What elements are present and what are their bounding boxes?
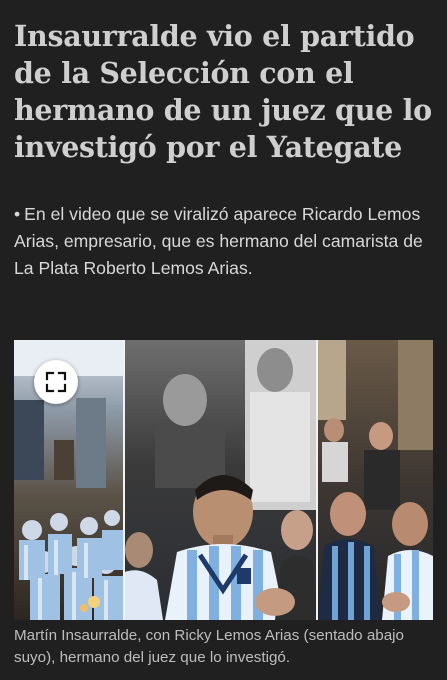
article-photo[interactable]: [14, 340, 433, 620]
headline: Insaurralde vio el partido de la Selecci…: [14, 19, 432, 164]
summary-bullet: •: [14, 204, 21, 224]
article-summary: • En el video que se viralizó aparece Ric…: [14, 201, 434, 282]
photo-caption: Martín Insaurralde, con Ricky Lemos Aria…: [14, 627, 405, 666]
photo-panel-right: [318, 340, 433, 620]
summary-text: En el video que se viralizó aparece Rica…: [14, 204, 423, 278]
photo-panel-center: [125, 340, 316, 620]
expand-image-button[interactable]: [34, 360, 78, 404]
expand-icon: [45, 371, 67, 393]
